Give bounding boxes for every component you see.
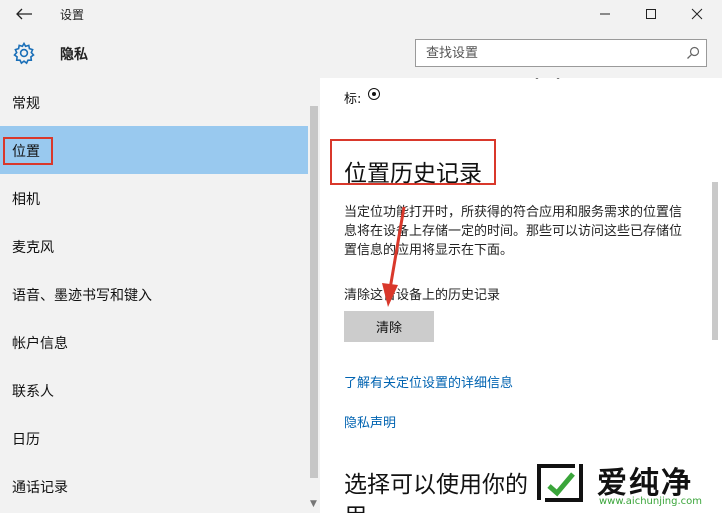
search-icon[interactable]	[686, 46, 700, 60]
radio-button-selected[interactable]	[368, 88, 380, 100]
next-section-title-line2: 用	[344, 504, 367, 513]
sidebar-item-label: 麦克风	[12, 240, 54, 256]
section-title: 位置历史记录	[344, 161, 482, 187]
back-button[interactable]	[10, 4, 38, 24]
clear-button[interactable]: 清除	[344, 311, 434, 342]
sidebar-item-calendar[interactable]: 日历	[0, 414, 308, 462]
sidebar-scrollbar[interactable]	[309, 78, 319, 513]
minimize-icon	[600, 13, 610, 15]
window-title: 设置	[60, 8, 85, 22]
location-details-link[interactable]: 了解有关定位设置的详细信息	[344, 372, 513, 391]
content-scrollbar[interactable]	[709, 78, 722, 513]
sidebar-item-account-info[interactable]: 帐户信息	[0, 318, 308, 366]
scroll-down-arrow-icon[interactable]: ▼	[310, 499, 317, 509]
close-button[interactable]	[674, 0, 720, 28]
sidebar-item-label: 日历	[12, 432, 40, 448]
sidebar-item-microphone[interactable]: 麦克风	[0, 222, 308, 270]
sidebar-item-label: 语音、墨迹书写和键入	[12, 288, 152, 304]
sidebar-item-general[interactable]: 常规	[0, 78, 308, 126]
title-bar: 设置	[0, 0, 722, 28]
clear-history-label: 清除这台设备上的历史记录	[344, 288, 501, 303]
sidebar-scroll-thumb[interactable]	[310, 106, 318, 478]
search-box[interactable]	[415, 39, 707, 67]
sidebar-item-label: 联系人	[12, 384, 54, 400]
watermark-url: www.aichunjing.com	[599, 496, 702, 507]
sidebar: 常规 位置 相机 麦克风 语音、墨迹书写和键入 帐户信息 联系人 日历 通话记录…	[0, 78, 320, 513]
maximize-button[interactable]	[628, 0, 674, 28]
maximize-icon	[646, 9, 656, 19]
sidebar-item-contacts[interactable]: 联系人	[0, 366, 308, 414]
next-section-title-line1: 选择可以使用你的	[344, 472, 528, 498]
minimize-button[interactable]	[582, 0, 628, 28]
gear-icon	[13, 41, 35, 65]
sidebar-item-call-history[interactable]: 通话记录	[0, 462, 308, 510]
sidebar-item-speech-inking-typing[interactable]: 语音、墨迹书写和键入	[0, 270, 308, 318]
sidebar-item-camera[interactable]: 相机	[0, 174, 308, 222]
content-scroll-thumb[interactable]	[712, 182, 718, 340]
annotation-arrow-icon	[382, 206, 406, 307]
scroll-indicator-marks: • •	[534, 78, 567, 84]
radio-dot	[372, 92, 376, 96]
back-arrow-icon	[16, 8, 32, 20]
next-section-title: 选择可以使用你的 用	[344, 469, 528, 513]
search-input[interactable]	[416, 40, 696, 66]
sidebar-item-label: 常规	[12, 96, 40, 112]
sidebar-item-label: 通话记录	[12, 480, 68, 496]
privacy-statement-link[interactable]: 隐私声明	[344, 412, 396, 431]
watermark-logo-icon	[537, 464, 583, 502]
settings-header: 隐私	[0, 28, 722, 78]
sidebar-item-label: 相机	[12, 192, 40, 208]
highlight-box-location	[3, 137, 53, 165]
close-icon	[691, 8, 703, 20]
sidebar-item-label: 帐户信息	[12, 336, 68, 352]
page-title: 隐私	[60, 47, 88, 63]
watermark: 爱纯净 www.aichunjing.com	[529, 452, 722, 513]
radio-option-label: 标:	[344, 92, 362, 107]
